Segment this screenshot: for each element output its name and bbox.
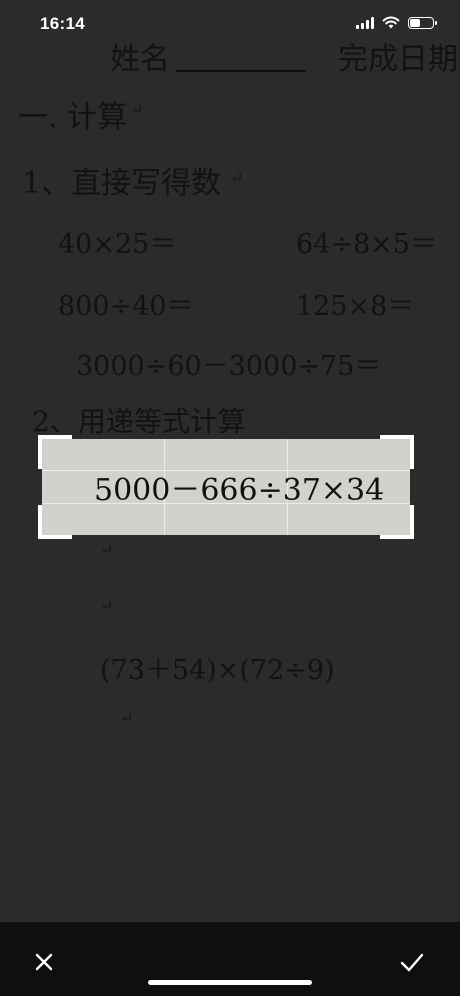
- crop-handle-top-right[interactable]: [380, 435, 414, 469]
- return-mark: ↵: [230, 168, 244, 187]
- home-indicator[interactable]: [148, 980, 312, 985]
- crop-selected-text: 5000－666÷37×34: [94, 473, 385, 508]
- problem-4: 125×8＝: [296, 291, 415, 322]
- section-calculation-heading: 一. 计算: [18, 100, 128, 135]
- subsection-step-calculation-heading: 2、用递等式计算: [32, 405, 246, 438]
- wifi-icon: [382, 16, 400, 29]
- crop-selection-box[interactable]: 5000－666÷37×34: [38, 435, 414, 539]
- return-mark: ↵: [130, 100, 144, 119]
- problem-3: 800÷40＝: [58, 291, 194, 322]
- crop-handle-bottom-right[interactable]: [380, 505, 414, 539]
- status-time: 16:14: [40, 14, 85, 33]
- status-icons: [356, 16, 437, 29]
- problem-5: 3000÷60－3000÷75＝: [76, 351, 382, 382]
- checkmark-icon: [400, 953, 424, 972]
- cancel-button[interactable]: [24, 942, 64, 982]
- confirm-button[interactable]: [392, 942, 432, 982]
- crop-handle-bottom-left[interactable]: [38, 505, 72, 539]
- problem-bottom: (73＋54)×(72÷9): [100, 655, 335, 686]
- problem-1: 40×25＝: [58, 229, 177, 260]
- problem-2: 64÷8×5＝: [296, 229, 437, 260]
- return-mark: ↵: [100, 596, 114, 615]
- subsection-direct-answer-heading: 1、直接写得数: [22, 166, 222, 201]
- return-mark: ↵: [100, 540, 114, 559]
- battery-icon: [408, 16, 437, 29]
- return-mark: ↵: [120, 708, 134, 727]
- name-underline: [176, 70, 306, 72]
- crop-handle-top-left[interactable]: [38, 435, 72, 469]
- signal-bars-icon: [356, 16, 374, 29]
- close-icon: [35, 953, 53, 971]
- status-bar: 16:14: [0, 0, 460, 50]
